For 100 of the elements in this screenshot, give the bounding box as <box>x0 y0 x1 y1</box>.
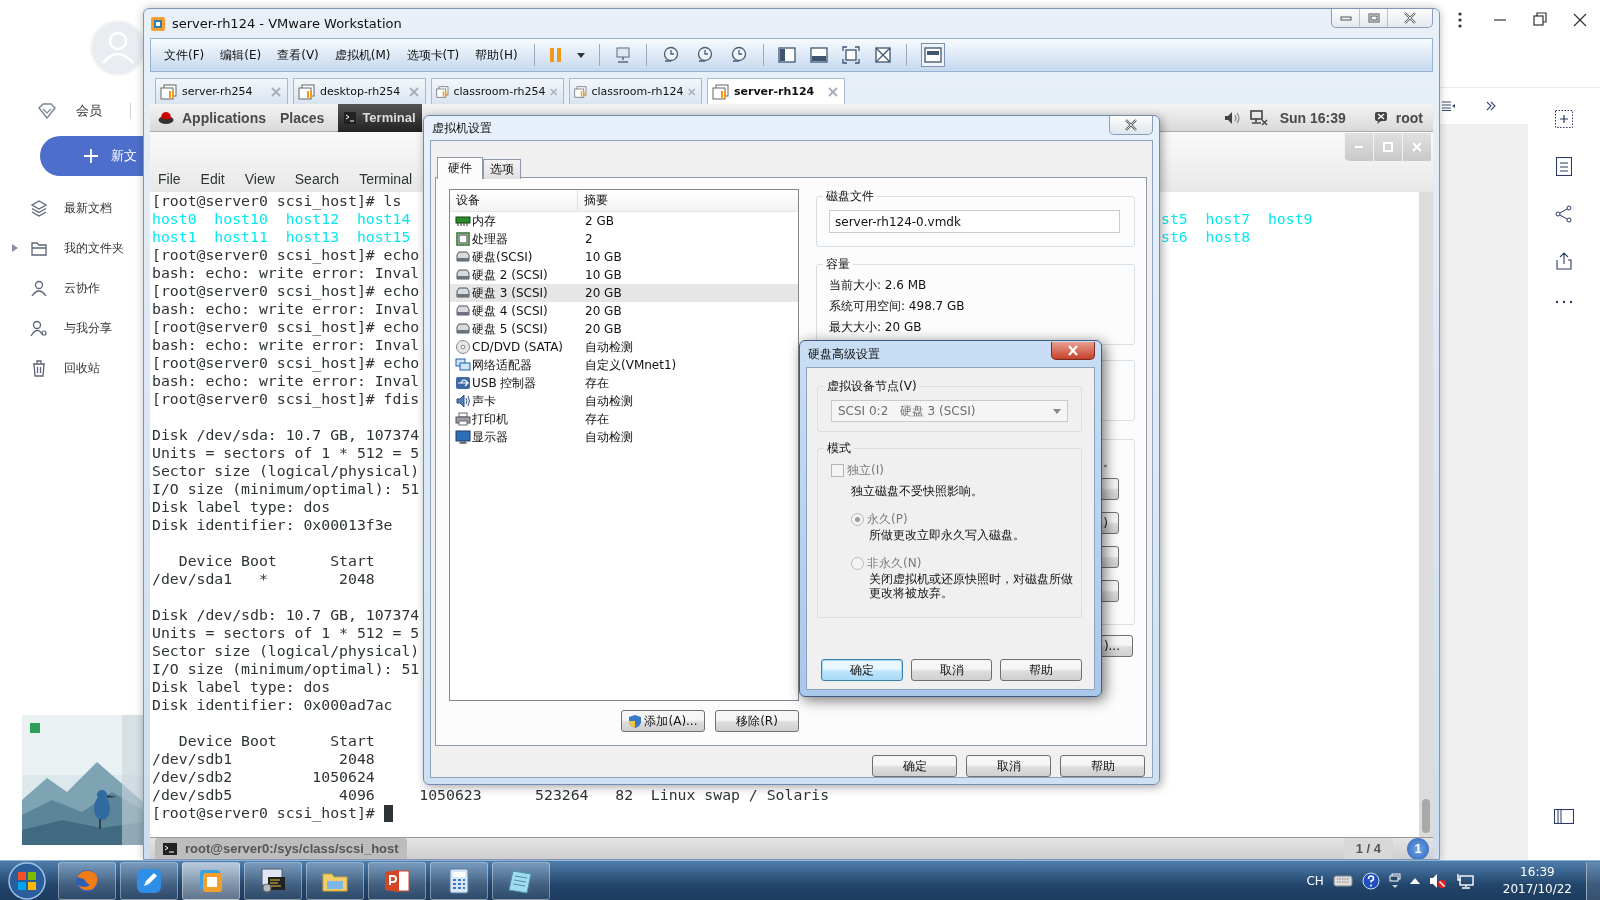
menu-item[interactable]: Search <box>294 171 340 187</box>
taskbar-button[interactable] <box>244 861 302 900</box>
bottom-bar-icon[interactable] <box>809 46 828 64</box>
scrollbar[interactable] <box>1419 192 1433 837</box>
column-header[interactable]: 设备 <box>450 190 578 211</box>
taskbar-button[interactable] <box>492 861 550 900</box>
show-desktop-button[interactable] <box>1586 861 1600 900</box>
network-icon[interactable] <box>1249 109 1268 126</box>
places-menu[interactable]: Places <box>280 109 325 126</box>
device-row[interactable]: 声卡 自动检测 <box>450 392 798 410</box>
menu-item[interactable]: 编辑(E) <box>220 46 262 64</box>
device-row[interactable]: USB 控制器 存在 <box>450 374 798 392</box>
pen-icon <box>135 866 163 895</box>
menu-item[interactable]: 帮助(H) <box>475 46 518 64</box>
menu-item[interactable]: View <box>244 171 275 187</box>
keyboard-icon[interactable] <box>1332 874 1353 887</box>
dialog-button[interactable]: 确定 <box>872 755 957 777</box>
full-screen-icon[interactable] <box>841 46 860 64</box>
share-icon[interactable] <box>1555 205 1573 223</box>
taskbar-button[interactable] <box>306 861 364 900</box>
close-button[interactable] <box>1051 342 1095 360</box>
terminal-window-icon <box>259 866 287 895</box>
device-row[interactable]: 硬盘 5 (SCSI) 20 GB <box>450 320 798 338</box>
window-switch-icon[interactable] <box>1388 872 1401 889</box>
list-collapse-icon[interactable] <box>1442 101 1456 111</box>
workspace-indicator[interactable]: 1 / 4 <box>1343 837 1393 859</box>
scrollbar-thumb[interactable] <box>1422 799 1430 833</box>
document-icon[interactable] <box>1556 157 1572 176</box>
device-row[interactable]: 处理器 2 <box>450 230 798 248</box>
device-row[interactable]: 硬盘 4 (SCSI) 20 GB <box>450 302 798 320</box>
more-icon[interactable] <box>1555 299 1573 305</box>
view-toggle-button[interactable] <box>920 43 945 67</box>
clock[interactable]: Sun 16:39 <box>1279 109 1346 126</box>
tab[interactable]: classroom-rh254 <box>431 78 564 104</box>
capacity-text: 系统可用空间: 498.7 GB <box>829 298 966 315</box>
panel-toggle-icon[interactable] <box>1554 809 1574 824</box>
tab[interactable]: server-rh124 <box>707 78 845 104</box>
language-indicator[interactable]: CH <box>1306 873 1324 888</box>
column-header[interactable]: 摘要 <box>578 190 798 211</box>
menu-item[interactable]: 查看(V) <box>277 46 319 64</box>
dialog-button[interactable]: 帮助 <box>1000 659 1082 681</box>
taskbar-button[interactable] <box>430 861 488 900</box>
nav-item[interactable]: 我的文件夹 <box>0 228 143 268</box>
expand-arrow-icon[interactable] <box>1409 876 1420 885</box>
menu-item[interactable]: Terminal <box>359 171 413 187</box>
applications-menu[interactable]: Applications <box>182 109 266 126</box>
disk-file-field[interactable]: server-rh124-0.vmdk <box>829 210 1120 233</box>
dialog-button[interactable]: 取消 <box>910 659 993 681</box>
tab[interactable]: server-rh254 <box>155 78 288 104</box>
device-row[interactable]: CD/DVD (SATA) 自动检测 <box>450 338 798 356</box>
tab[interactable]: desktop-rh254 <box>293 78 426 104</box>
add-box-icon[interactable] <box>1555 110 1573 128</box>
device-row[interactable]: 硬盘 3 (SCSI) 20 GB <box>450 284 798 302</box>
menu-item[interactable]: 虚拟机(M) <box>334 46 391 64</box>
start-orb-icon[interactable] <box>7 860 47 900</box>
tab[interactable]: 硬件 <box>437 157 483 179</box>
network-icon[interactable] <box>1455 872 1474 889</box>
clock[interactable]: 16:39 2017/10/22 <box>1496 863 1578 898</box>
user-menu[interactable]: root <box>1395 109 1423 126</box>
device-row[interactable]: 硬盘 2 (SCSI) 10 GB <box>450 266 798 284</box>
new-document-button[interactable]: 新文 <box>40 136 143 176</box>
speaker-icon[interactable] <box>1223 110 1242 125</box>
window-button[interactable]: root@server0:/sys/class/scsi_host <box>155 837 407 859</box>
tab[interactable]: classroom-rh124 <box>569 78 702 104</box>
device-row[interactable]: 内存 2 GB <box>450 212 798 230</box>
dialog-button[interactable]: 帮助 <box>1060 755 1145 777</box>
device-row[interactable]: 网络适配器 自定义(VMnet1) <box>450 356 798 374</box>
menu-item[interactable]: 文件(F) <box>164 46 205 64</box>
crossed-window-icon[interactable] <box>873 46 892 64</box>
close-icon <box>1402 12 1418 24</box>
window-button[interactable]: Terminal <box>338 104 422 132</box>
double-chevron-icon[interactable] <box>1486 101 1496 111</box>
device-row[interactable]: 打印机 存在 <box>450 410 798 428</box>
membership-link[interactable]: 会员 <box>76 102 102 120</box>
nav-item[interactable]: 最新文档 <box>0 188 143 228</box>
group-label: 模式 <box>824 440 854 457</box>
nav-item[interactable]: 与我分享 <box>0 308 143 348</box>
nav-item[interactable]: 云协作 <box>0 268 143 308</box>
speaker-muted-icon[interactable] <box>1428 872 1447 889</box>
taskbar-button[interactable] <box>368 861 426 900</box>
close-button[interactable] <box>1109 116 1153 135</box>
add-button[interactable]: 添加(A)... <box>621 710 705 732</box>
menu-item[interactable]: 选项卡(T) <box>406 46 460 64</box>
nav-item[interactable]: 回收站 <box>0 348 143 388</box>
dialog-button[interactable]: 取消 <box>966 755 1051 777</box>
device-name: 打印机 <box>472 410 508 428</box>
menu-item[interactable]: Edit <box>200 171 225 187</box>
remove-button[interactable]: 移除(R) <box>715 710 799 732</box>
upload-icon[interactable] <box>1556 252 1572 270</box>
help-icon[interactable] <box>1361 871 1380 890</box>
device-row[interactable]: 显示器 自动检测 <box>450 428 798 446</box>
tab[interactable]: 选项 <box>483 159 521 179</box>
taskbar-button[interactable] <box>120 861 178 900</box>
device-row[interactable]: 硬盘(SCSI) 10 GB <box>450 248 798 266</box>
dialog-button[interactable]: 确定 <box>821 659 903 681</box>
dialog-title: 虚拟机设置 <box>432 119 492 137</box>
terminal-line: Disk label type: dos <box>152 678 331 696</box>
menu-item[interactable]: File <box>158 171 181 187</box>
library-panel-icon[interactable] <box>777 46 796 64</box>
caret-icon[interactable] <box>576 52 585 58</box>
